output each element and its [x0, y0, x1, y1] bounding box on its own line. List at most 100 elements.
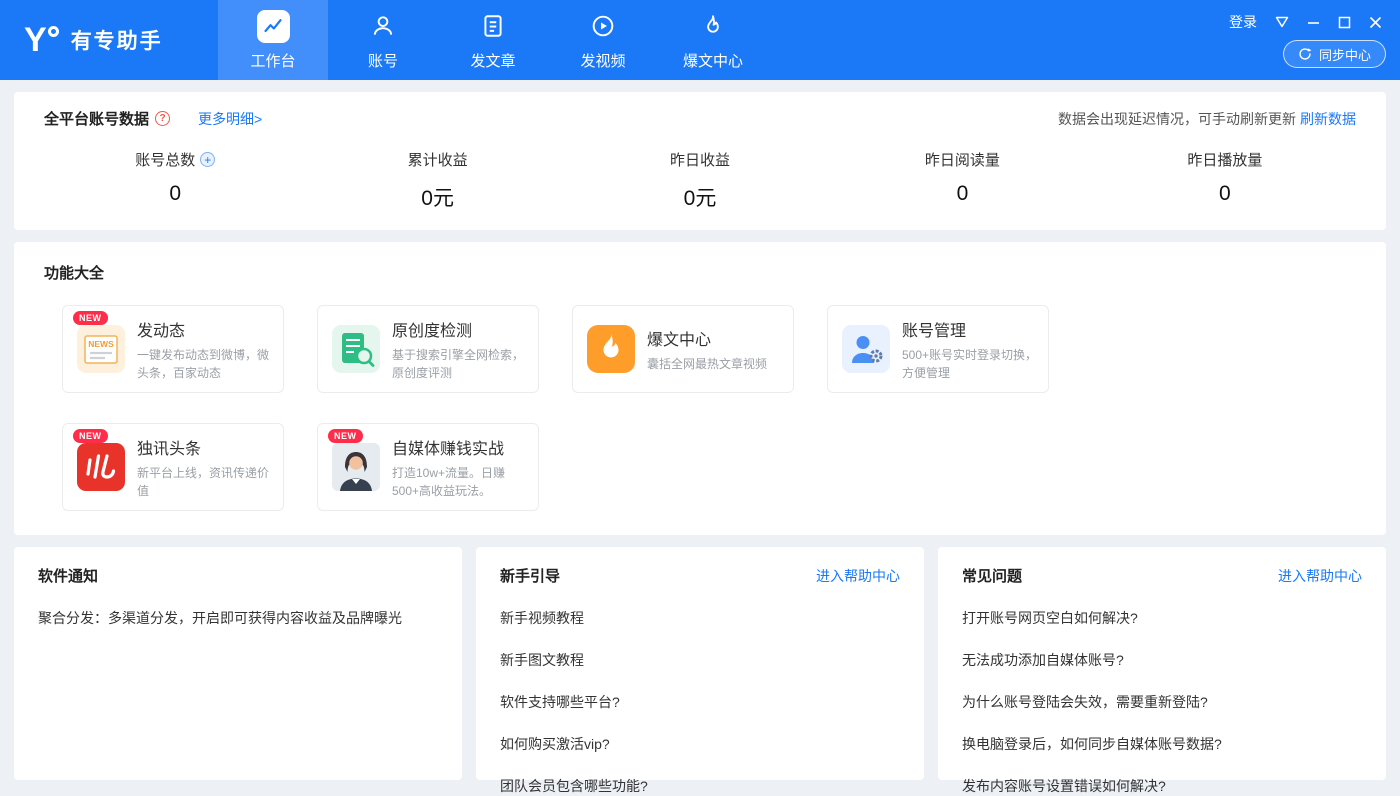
- faq-item[interactable]: 发布内容账号设置错误如何解决?: [962, 776, 1362, 796]
- refresh-note: 数据会出现延迟情况，可手动刷新更新刷新数据: [1058, 109, 1356, 129]
- tab-label: 工作台: [250, 50, 295, 71]
- feature-title: 账号管理: [902, 317, 1040, 341]
- window-controls: 登录: [1229, 12, 1382, 32]
- tab-hot-article-center[interactable]: 爆文中心: [658, 0, 768, 80]
- feature-card-duxun-toutiao[interactable]: NEW 独讯头条 新平台上线，资讯传递价值: [62, 423, 284, 511]
- stat-value: 0元: [569, 182, 831, 212]
- stats-row: 账号总数 + 0 累计收益 0元 昨日收益 0元 昨日阅读量 0 昨日播放量 0: [44, 149, 1356, 212]
- faq-item[interactable]: 打开账号网页空白如何解决?: [962, 608, 1362, 628]
- feature-card-post-dynamic[interactable]: NEW NEWS 发动态 一键发布动态到微博，微头条，百家动态: [62, 305, 284, 393]
- newbie-guide-card: 新手引导 进入帮助中心 新手视频教程 新手图文教程 软件支持哪些平台? 如何购买…: [476, 547, 924, 780]
- stats-header: 全平台账号数据 ? 更多明细> 数据会出现延迟情况，可手动刷新更新刷新数据: [44, 108, 1356, 129]
- video-play-icon: [590, 10, 616, 43]
- feature-card-account-management[interactable]: 账号管理 500+账号实时登录切换，方便管理: [827, 305, 1049, 393]
- user-gear-icon: [842, 325, 890, 373]
- guide-item[interactable]: 软件支持哪些平台?: [500, 692, 900, 712]
- logo-text: Y: [24, 23, 46, 57]
- tab-accounts[interactable]: 账号: [328, 0, 438, 80]
- feature-card-self-media-money[interactable]: NEW 自媒体赚钱实战 打造10w+流量。日赚500+高收益玩法。: [317, 423, 539, 511]
- tab-publish-article[interactable]: 发文章: [438, 0, 548, 80]
- feature-card-originality-check[interactable]: 原创度检测 基于搜索引擎全网检索，原创度评测: [317, 305, 539, 393]
- faq-help-center-link[interactable]: 进入帮助中心: [1278, 566, 1362, 586]
- more-details-link[interactable]: 更多明细>: [198, 109, 262, 129]
- feature-text: 账号管理 500+账号实时登录切换，方便管理: [902, 317, 1040, 382]
- sync-center-button[interactable]: 同步中心: [1283, 40, 1386, 68]
- feature-text: 爆文中心 囊括全网最热文章视频: [647, 326, 767, 373]
- tab-workbench[interactable]: 工作台: [218, 0, 328, 80]
- login-button[interactable]: 登录: [1229, 12, 1257, 32]
- faq-item[interactable]: 为什么账号登陆会失效，需要重新登陆?: [962, 692, 1362, 712]
- tab-publish-video[interactable]: 发视频: [548, 0, 658, 80]
- new-badge: NEW: [73, 311, 108, 325]
- feature-title: 独讯头条: [137, 435, 275, 459]
- stat-label: 昨日收益: [670, 149, 730, 170]
- app-logo-icon: Y: [24, 23, 59, 57]
- close-button[interactable]: [1369, 16, 1382, 29]
- faq-card: 常见问题 进入帮助中心 打开账号网页空白如何解决? 无法成功添加自媒体账号? 为…: [938, 547, 1386, 780]
- feature-desc: 囊括全网最热文章视频: [647, 355, 767, 373]
- chart-icon: [257, 10, 290, 43]
- main-content: 全平台账号数据 ? 更多明细> 数据会出现延迟情况，可手动刷新更新刷新数据 账号…: [0, 80, 1400, 780]
- bottom-row: 软件通知 聚合分发：多渠道分发，开启即可获得内容收益及品牌曝光 新手引导 进入帮…: [14, 547, 1386, 780]
- guide-item[interactable]: 新手视频教程: [500, 608, 900, 628]
- guide-item[interactable]: 新手图文教程: [500, 650, 900, 670]
- guide-item[interactable]: 团队会员包含哪些功能?: [500, 776, 900, 796]
- stats-title: 全平台账号数据: [44, 108, 149, 129]
- feature-text: 发动态 一键发布动态到微博，微头条，百家动态: [137, 317, 275, 382]
- delay-note-text: 数据会出现延迟情况，可手动刷新更新: [1058, 111, 1296, 127]
- duxun-logo-icon: [77, 443, 125, 491]
- features-title: 功能大全: [44, 262, 1356, 283]
- guide-help-center-link[interactable]: 进入帮助中心: [816, 566, 900, 586]
- tab-label: 账号: [368, 50, 398, 71]
- faq-item[interactable]: 换电脑登录后，如何同步自媒体账号数据?: [962, 734, 1362, 754]
- article-icon: [480, 10, 506, 43]
- flame-icon: [587, 325, 635, 373]
- brand: Y 有专助手: [0, 0, 218, 80]
- fire-icon: [700, 10, 726, 43]
- stat-value: 0: [1094, 182, 1356, 206]
- maximize-button[interactable]: [1338, 16, 1351, 29]
- sync-center-label: 同步中心: [1319, 45, 1371, 64]
- feature-desc: 一键发布动态到微博，微头条，百家动态: [137, 346, 275, 382]
- stat-value: 0: [831, 182, 1093, 206]
- feature-desc: 打造10w+流量。日赚500+高收益玩法。: [392, 464, 530, 500]
- feature-card-hot-article-center[interactable]: 爆文中心 囊括全网最热文章视频: [572, 305, 794, 393]
- stat-yesterday-reads: 昨日阅读量 0: [831, 149, 1093, 212]
- feature-desc: 新平台上线，资讯传递价值: [137, 464, 275, 500]
- refresh-data-link[interactable]: 刷新数据: [1300, 111, 1356, 127]
- news-icon: NEWS: [77, 325, 125, 373]
- topbar: Y 有专助手 工作台 账号 发文章 发视频: [0, 0, 1400, 80]
- tab-label: 发视频: [580, 50, 625, 71]
- stat-label: 昨日阅读量: [925, 149, 1000, 170]
- sync-icon: [1298, 47, 1312, 61]
- guide-item[interactable]: 如何购买激活vip?: [500, 734, 900, 754]
- stat-label: 累计收益: [408, 149, 468, 170]
- stat-label: 账号总数: [135, 149, 195, 170]
- minimize-button[interactable]: [1307, 16, 1320, 29]
- stat-total-income: 累计收益 0元: [306, 149, 568, 212]
- tab-label: 爆文中心: [683, 50, 743, 71]
- stat-yesterday-plays: 昨日播放量 0: [1094, 149, 1356, 212]
- user-icon: [370, 10, 396, 43]
- app-title: 有专助手: [71, 25, 163, 55]
- add-account-icon[interactable]: +: [200, 152, 215, 167]
- feature-text: 自媒体赚钱实战 打造10w+流量。日赚500+高收益玩法。: [392, 435, 530, 500]
- help-question-icon[interactable]: ?: [155, 111, 170, 126]
- guide-title: 新手引导: [500, 565, 560, 586]
- tab-label: 发文章: [470, 50, 515, 71]
- feature-text: 原创度检测 基于搜索引擎全网检索，原创度评测: [392, 317, 530, 382]
- faq-item[interactable]: 无法成功添加自媒体账号?: [962, 650, 1362, 670]
- stat-value: 0元: [306, 182, 568, 212]
- faq-title: 常见问题: [962, 565, 1022, 586]
- software-notice-card: 软件通知 聚合分发：多渠道分发，开启即可获得内容收益及品牌曝光: [14, 547, 462, 780]
- notice-text: 聚合分发：多渠道分发，开启即可获得内容收益及品牌曝光: [38, 608, 438, 629]
- feature-title: 原创度检测: [392, 317, 530, 341]
- logo-bubble-icon: [48, 26, 59, 37]
- feature-grid: NEW NEWS 发动态 一键发布动态到微博，微头条，百家动态: [62, 305, 1356, 511]
- triangle-down-icon[interactable]: [1275, 16, 1289, 28]
- platform-stats-card: 全平台账号数据 ? 更多明细> 数据会出现延迟情况，可手动刷新更新刷新数据 账号…: [14, 92, 1386, 230]
- main-nav: 工作台 账号 发文章 发视频 爆文中心: [218, 0, 768, 80]
- feature-title: 发动态: [137, 317, 275, 341]
- stat-account-total: 账号总数 + 0: [44, 149, 306, 212]
- stat-value: 0: [44, 182, 306, 206]
